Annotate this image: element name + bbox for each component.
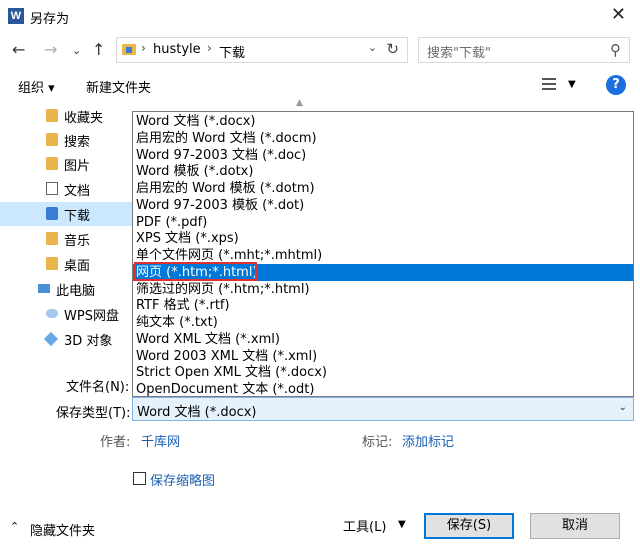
search-icon: ⚲ bbox=[610, 41, 621, 59]
cancel-button[interactable]: 取消 bbox=[530, 513, 620, 539]
save-type-label: 保存类型(T): bbox=[56, 406, 131, 421]
save-type-option[interactable]: RTF 格式 (*.rtf) bbox=[133, 297, 633, 314]
tags-label: 标记: bbox=[362, 435, 393, 450]
sidebar-item-pictures[interactable]: 图片 bbox=[0, 152, 132, 176]
sidebar-item-desktop[interactable]: 桌面 bbox=[0, 252, 132, 276]
desktop-icon bbox=[46, 257, 58, 270]
sidebar-item-downloads[interactable]: 下载 bbox=[0, 202, 132, 226]
save-type-option[interactable]: Word 文档 (*.docx) bbox=[133, 113, 633, 130]
save-type-dropdown-list[interactable]: OpenDocument 文本 (*.odt) Strict Open XML 文… bbox=[132, 111, 634, 397]
chevron-down-icon[interactable]: ⌄ bbox=[368, 41, 377, 54]
sidebar-item-favorites[interactable]: 收藏夹 bbox=[0, 104, 132, 128]
computer-icon bbox=[38, 284, 50, 293]
save-type-option[interactable]: XPS 文档 (*.xps) bbox=[133, 230, 633, 247]
save-type-option[interactable]: Word 97-2003 文档 (*.doc) bbox=[133, 147, 633, 164]
recent-locations-icon[interactable]: ⌄ bbox=[72, 44, 81, 57]
documents-icon bbox=[46, 182, 58, 195]
view-options-icon[interactable] bbox=[542, 78, 556, 90]
downloads-icon bbox=[46, 207, 58, 220]
filename-label: 文件名(N): bbox=[66, 380, 130, 395]
save-type-value: Word 文档 (*.docx) bbox=[137, 405, 257, 420]
sidebar-item-label: 文档 bbox=[64, 184, 91, 199]
word-app-icon: W bbox=[8, 8, 24, 24]
sidebar-item-label: 下载 bbox=[64, 209, 91, 224]
address-bar[interactable]: › hustyle › 下载 ⌄ ↻ bbox=[116, 37, 408, 63]
sidebar-item-music[interactable]: 音乐 bbox=[0, 227, 132, 251]
sidebar-item-3d-objects[interactable]: 3D 对象 bbox=[0, 327, 132, 351]
cube-icon bbox=[43, 331, 59, 347]
save-type-option[interactable]: 启用宏的 Word 模板 (*.dotm) bbox=[133, 180, 633, 197]
sidebar-item-wps-cloud[interactable]: WPS网盘 bbox=[0, 302, 132, 326]
save-type-option[interactable]: Word XML 文档 (*.xml) bbox=[133, 331, 633, 348]
save-type-option[interactable]: 启用宏的 Word 文档 (*.docm) bbox=[133, 130, 633, 147]
save-type-option[interactable]: Strict Open XML 文档 (*.docx) bbox=[133, 364, 633, 381]
sidebar-item-label: 桌面 bbox=[64, 259, 91, 274]
sidebar-item-label: 搜索 bbox=[64, 135, 91, 150]
save-type-option[interactable]: Word 模板 (*.dotx) bbox=[133, 163, 633, 180]
save-type-option[interactable]: 纯文本 (*.txt) bbox=[133, 314, 633, 331]
cloud-icon bbox=[46, 309, 58, 318]
window-title: 另存为 bbox=[30, 12, 70, 27]
sort-arrow-icon: ▲ bbox=[296, 98, 303, 108]
chevron-up-icon[interactable]: ⌃ bbox=[10, 520, 19, 533]
sidebar-item-label: 收藏夹 bbox=[64, 111, 104, 126]
save-button[interactable]: 保存(S) bbox=[424, 513, 514, 539]
save-thumbnail-checkbox[interactable] bbox=[133, 472, 146, 485]
music-icon bbox=[46, 232, 58, 245]
chevron-right-icon[interactable]: › bbox=[207, 41, 212, 55]
sidebar-item-documents[interactable]: 文档 bbox=[0, 177, 132, 201]
tools-button[interactable]: 工具(L) bbox=[343, 516, 386, 535]
title-bar: W 另存为 ✕ bbox=[0, 0, 640, 32]
sidebar-item-label: 此电脑 bbox=[56, 284, 96, 299]
star-folder-icon bbox=[46, 109, 58, 122]
close-icon[interactable]: ✕ bbox=[611, 4, 626, 25]
hide-folders-button[interactable]: 隐藏文件夹 bbox=[30, 520, 95, 539]
sidebar-item-search[interactable]: 搜索 bbox=[0, 128, 132, 152]
pictures-folder-icon bbox=[46, 157, 58, 170]
sidebar-item-label: WPS网盘 bbox=[64, 309, 119, 324]
search-input[interactable]: 搜索"下载" bbox=[427, 42, 491, 61]
help-icon[interactable]: ? bbox=[606, 75, 626, 95]
sidebar-item-this-pc[interactable]: 此电脑 bbox=[0, 277, 132, 301]
breadcrumb-hustyle[interactable]: hustyle bbox=[153, 42, 201, 57]
highlight-box bbox=[134, 262, 257, 281]
author-label: 作者: bbox=[100, 435, 131, 450]
save-type-option[interactable]: OpenDocument 文本 (*.odt) bbox=[133, 381, 633, 398]
save-type-option[interactable]: PDF (*.pdf) bbox=[133, 214, 633, 231]
save-thumbnail-label[interactable]: 保存缩略图 bbox=[150, 470, 215, 489]
save-type-select[interactable]: Word 文档 (*.docx) ⌄ bbox=[132, 397, 634, 421]
breadcrumb-downloads[interactable]: 下载 bbox=[219, 42, 245, 61]
search-box[interactable]: 搜索"下载" ⚲ bbox=[418, 37, 630, 63]
new-folder-button[interactable]: 新建文件夹 bbox=[86, 77, 151, 96]
organize-button[interactable]: 组织 ▾ bbox=[18, 77, 55, 96]
forward-arrow-icon[interactable]: → bbox=[44, 40, 57, 59]
author-value[interactable]: 千库网 bbox=[141, 431, 180, 450]
downloads-folder-icon bbox=[122, 44, 136, 55]
add-tags-link[interactable]: 添加标记 bbox=[402, 431, 454, 450]
refresh-icon[interactable]: ↻ bbox=[386, 40, 399, 58]
chevron-down-icon[interactable]: ▼ bbox=[568, 79, 576, 90]
sidebar-item-label: 图片 bbox=[64, 159, 91, 174]
save-type-option[interactable]: Word 97-2003 模板 (*.dot) bbox=[133, 197, 633, 214]
chevron-right-icon[interactable]: › bbox=[141, 41, 146, 55]
sidebar-item-label: 音乐 bbox=[64, 234, 91, 249]
sidebar-item-label: 3D 对象 bbox=[64, 334, 113, 349]
chevron-down-icon[interactable]: ▼ bbox=[398, 519, 406, 530]
save-type-option[interactable]: Word 2003 XML 文档 (*.xml) bbox=[133, 348, 633, 365]
save-type-option[interactable]: 筛选过的网页 (*.htm;*.html) bbox=[133, 281, 633, 298]
search-folder-icon bbox=[46, 133, 58, 146]
back-arrow-icon[interactable]: ← bbox=[12, 40, 25, 59]
up-arrow-icon[interactable]: ↑ bbox=[92, 40, 105, 59]
navigation-pane: 收藏夹 搜索 图片 文档 下载 音乐 桌面 此电脑 WPS网盘 3D 对象 bbox=[0, 104, 132, 366]
chevron-down-icon: ⌄ bbox=[618, 402, 627, 413]
